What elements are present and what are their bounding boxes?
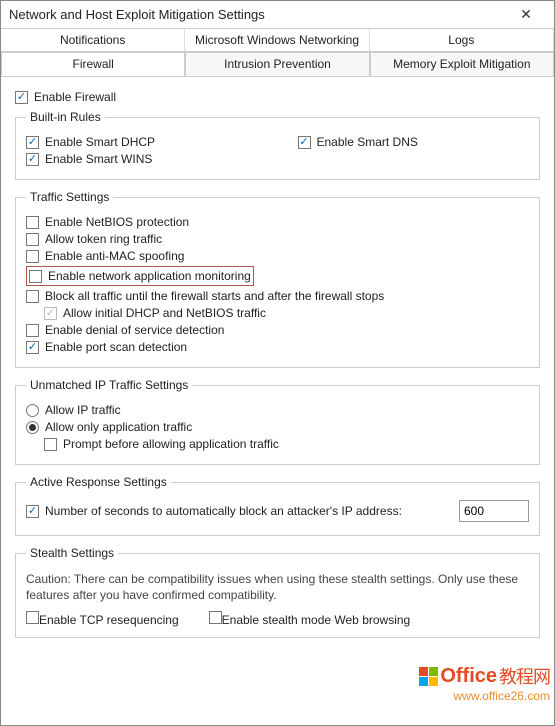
radio-icon <box>26 421 39 434</box>
prompt-checkbox[interactable]: Prompt before allowing application traff… <box>44 437 279 451</box>
dhcp-label: Enable Smart DHCP <box>45 135 155 149</box>
blockall-label: Block all traffic until the firewall sta… <box>45 289 384 303</box>
builtin-rules-legend: Built-in Rules <box>26 110 105 124</box>
block-seconds-input[interactable] <box>459 500 529 522</box>
tabs-row-1: Notifications Microsoft Windows Networki… <box>1 29 554 52</box>
unmatched-ip-group: Unmatched IP Traffic Settings Allow IP t… <box>15 378 540 465</box>
checkbox-icon <box>29 270 42 283</box>
close-icon[interactable]: ✕ <box>506 1 546 29</box>
watermark-url: www.office26.com <box>419 689 550 703</box>
tab-windows-networking[interactable]: Microsoft Windows Networking <box>185 29 369 51</box>
builtin-rules-group: Built-in Rules Enable Smart DHCP Enable … <box>15 110 540 180</box>
watermark-suffix: 教程网 <box>499 663 550 689</box>
checkbox-icon <box>26 341 39 354</box>
tokenring-checkbox[interactable]: Allow token ring traffic <box>26 232 162 246</box>
checkbox-icon <box>26 153 39 166</box>
tab-firewall[interactable]: Firewall <box>1 52 185 76</box>
tabs-row-2: Firewall Intrusion Prevention Memory Exp… <box>1 52 554 77</box>
allowip-label: Allow IP traffic <box>45 403 121 417</box>
netbios-checkbox[interactable]: Enable NetBIOS protection <box>26 215 189 229</box>
stealth-legend: Stealth Settings <box>26 546 118 560</box>
tab-memory-exploit-mitigation[interactable]: Memory Exploit Mitigation <box>370 52 554 76</box>
traffic-legend: Traffic Settings <box>26 190 113 204</box>
watermark: Office 教程网 www.office26.com <box>419 663 550 703</box>
enable-firewall-checkbox[interactable]: Enable Firewall <box>15 90 116 104</box>
checkbox-icon <box>15 91 28 104</box>
checkbox-icon <box>44 307 57 320</box>
window-title: Network and Host Exploit Mitigation Sett… <box>9 7 506 22</box>
netapp-label: Enable network application monitoring <box>48 269 251 283</box>
panel-body: Enable Firewall Built-in Rules Enable Sm… <box>1 77 554 658</box>
active-response-group: Active Response Settings Number of secon… <box>15 475 540 536</box>
radio-icon <box>26 404 39 417</box>
antimac-checkbox[interactable]: Enable anti-MAC spoofing <box>26 249 184 263</box>
checkbox-icon <box>209 611 222 624</box>
block-seconds-checkbox[interactable]: Number of seconds to automatically block… <box>26 504 402 518</box>
unmatched-legend: Unmatched IP Traffic Settings <box>26 378 192 392</box>
prompt-label: Prompt before allowing application traff… <box>63 437 279 451</box>
checkbox-icon <box>26 250 39 263</box>
tab-logs[interactable]: Logs <box>370 29 554 51</box>
stealth-caption: Caution: There can be compatibility issu… <box>26 572 529 603</box>
allow-ip-radio[interactable]: Allow IP traffic <box>26 403 121 417</box>
checkbox-icon <box>26 505 39 518</box>
watermark-brand: Office <box>440 665 497 688</box>
browsing-label: Enable stealth mode Web browsing <box>222 613 411 627</box>
dns-label: Enable Smart DNS <box>317 135 418 149</box>
checkbox-icon <box>44 438 57 451</box>
checkbox-icon <box>298 136 311 149</box>
dos-checkbox[interactable]: Enable denial of service detection <box>26 323 224 337</box>
enable-smart-wins-checkbox[interactable]: Enable Smart WINS <box>26 152 152 166</box>
checkbox-icon <box>26 290 39 303</box>
active-legend: Active Response Settings <box>26 475 171 489</box>
checkbox-icon <box>26 324 39 337</box>
titlebar: Network and Host Exploit Mitigation Sett… <box>1 1 554 29</box>
allow-app-radio[interactable]: Allow only application traffic <box>26 420 192 434</box>
traffic-settings-group: Traffic Settings Enable NetBIOS protecti… <box>15 190 540 368</box>
enable-firewall-label: Enable Firewall <box>34 90 116 104</box>
stealth-settings-group: Stealth Settings Caution: There can be c… <box>15 546 540 638</box>
office-logo-icon <box>419 667 438 686</box>
wins-label: Enable Smart WINS <box>45 152 152 166</box>
tab-notifications[interactable]: Notifications <box>1 29 185 51</box>
portscan-checkbox[interactable]: Enable port scan detection <box>26 340 187 354</box>
tcp-reseq-checkbox[interactable]: Enable TCP resequencing <box>26 611 179 627</box>
portscan-label: Enable port scan detection <box>45 340 187 354</box>
tcp-label: Enable TCP resequencing <box>39 613 179 627</box>
enable-smart-dns-checkbox[interactable]: Enable Smart DNS <box>298 135 418 149</box>
antimac-label: Enable anti-MAC spoofing <box>45 249 184 263</box>
stealth-browsing-checkbox[interactable]: Enable stealth mode Web browsing <box>209 611 411 627</box>
seconds-label: Number of seconds to automatically block… <box>45 504 402 518</box>
checkbox-icon <box>26 611 39 624</box>
checkbox-icon <box>26 233 39 246</box>
allowinitial-label: Allow initial DHCP and NetBIOS traffic <box>63 306 266 320</box>
checkbox-icon <box>26 136 39 149</box>
allowinitial-checkbox: Allow initial DHCP and NetBIOS traffic <box>44 306 266 320</box>
allowapp-label: Allow only application traffic <box>45 420 192 434</box>
settings-window: Network and Host Exploit Mitigation Sett… <box>0 0 555 726</box>
dos-label: Enable denial of service detection <box>45 323 224 337</box>
netbios-label: Enable NetBIOS protection <box>45 215 189 229</box>
checkbox-icon <box>26 216 39 229</box>
tokenring-label: Allow token ring traffic <box>45 232 162 246</box>
enable-smart-dhcp-checkbox[interactable]: Enable Smart DHCP <box>26 135 155 149</box>
blockall-checkbox[interactable]: Block all traffic until the firewall sta… <box>26 289 384 303</box>
tab-intrusion-prevention[interactable]: Intrusion Prevention <box>185 52 369 76</box>
netapp-checkbox[interactable]: Enable network application monitoring <box>29 269 251 283</box>
highlighted-option: Enable network application monitoring <box>26 266 254 286</box>
